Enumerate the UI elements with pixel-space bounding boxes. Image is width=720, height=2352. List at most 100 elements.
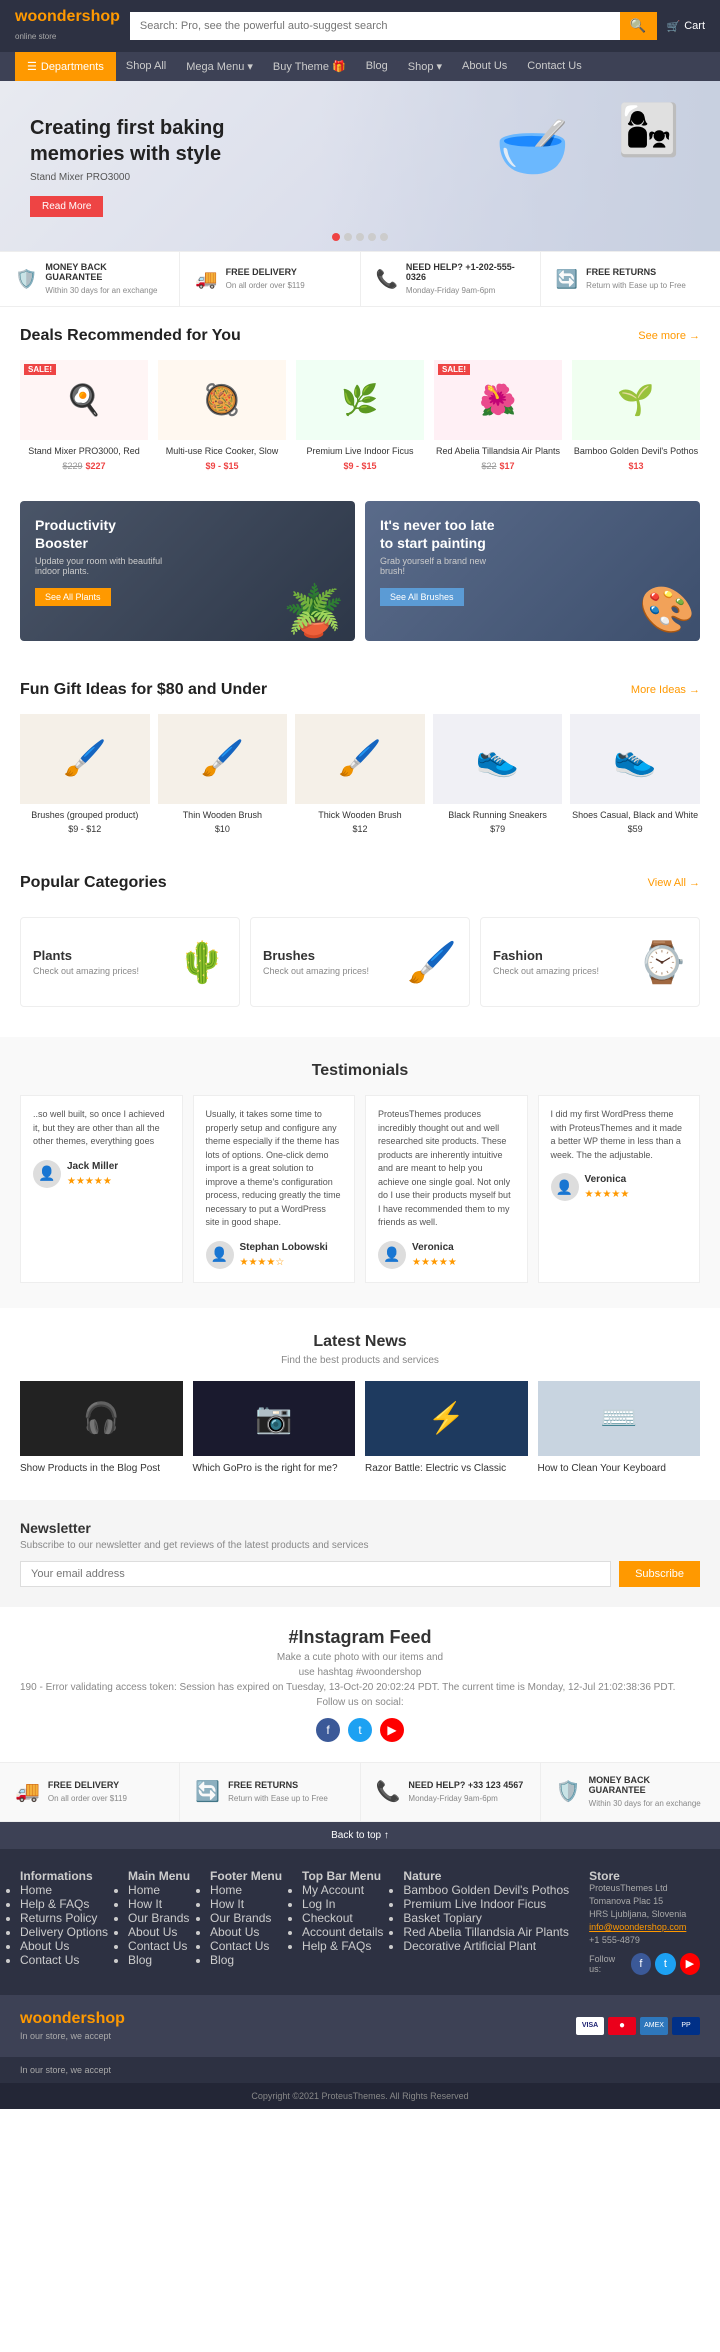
footer-link-returns[interactable]: Returns Policy xyxy=(20,1911,108,1925)
footer-main-brands[interactable]: Our Brands xyxy=(128,1911,190,1925)
footer-main-contact[interactable]: Contact Us xyxy=(128,1939,190,1953)
footer-nature-2[interactable]: Premium Live Indoor Ficus xyxy=(403,1897,569,1911)
deals-products: SALE! 🍳 Stand Mixer PRO3000, Red $229$22… xyxy=(20,360,700,471)
footer-main-about[interactable]: About Us xyxy=(128,1925,190,1939)
footer-nature-4[interactable]: Red Abelia Tillandsia Air Plants xyxy=(403,1925,569,1939)
hero-cta-button[interactable]: Read More xyxy=(30,196,103,217)
gift-image-1[interactable]: 🖌️ xyxy=(20,714,150,804)
gift-image-4[interactable]: 👟 xyxy=(433,714,563,804)
footer-topbar-details[interactable]: Account details xyxy=(302,1925,383,1939)
news-image-1[interactable]: 🎧 xyxy=(20,1381,183,1456)
dot-1[interactable] xyxy=(332,233,340,241)
footer-col-top-bar: Top Bar Menu My Account Log In Checkout … xyxy=(302,1869,383,1975)
dot-5[interactable] xyxy=(380,233,388,241)
categories-view-all[interactable]: View All → xyxy=(648,877,700,889)
search-input[interactable] xyxy=(130,12,620,40)
news-image-2[interactable]: 📷 xyxy=(193,1381,356,1456)
product-image-5[interactable]: 🌱 xyxy=(572,360,700,440)
footer-topbar-login[interactable]: Log In xyxy=(302,1897,383,1911)
gifts-more[interactable]: More Ideas → xyxy=(631,684,700,696)
footer-link-faqs[interactable]: Help & FAQs xyxy=(20,1897,108,1911)
product-image-4[interactable]: SALE! 🌺 xyxy=(434,360,562,440)
product-price-5: $13 xyxy=(572,461,700,471)
deals-see-more[interactable]: See more → xyxy=(638,330,700,342)
news-image-4[interactable]: ⌨️ xyxy=(538,1381,701,1456)
nav-shop-all[interactable]: Shop All xyxy=(116,52,176,81)
footer-topbar-account[interactable]: My Account xyxy=(302,1883,383,1897)
youtube-button[interactable]: ▶ xyxy=(380,1718,404,1742)
footer-footer-blog[interactable]: Blog xyxy=(210,1953,282,1967)
gift-image-5[interactable]: 👟 xyxy=(570,714,700,804)
footer-nature-3[interactable]: Basket Topiary xyxy=(403,1911,569,1925)
twitter-button[interactable]: t xyxy=(348,1718,372,1742)
instagram-error: 190 - Error validating access token: Ses… xyxy=(20,1682,700,1693)
promo-desc-painting: Grab yourself a brand new brush! xyxy=(380,556,510,576)
news-image-3[interactable]: ⚡ xyxy=(365,1381,528,1456)
testimonial-author-1: 👤 Jack Miller ★★★★★ xyxy=(33,1159,170,1189)
hero-subtext: Stand Mixer PRO3000 xyxy=(30,172,230,183)
footer-footer-brands[interactable]: Our Brands xyxy=(210,1911,282,1925)
footer-store-address2: Tomanova Plac 15 xyxy=(589,1896,700,1906)
category-brushes-icon: 🖌️ xyxy=(407,939,457,986)
dot-2[interactable] xyxy=(344,233,352,241)
nav-contact[interactable]: Contact Us xyxy=(517,52,591,81)
product-image-1[interactable]: SALE! 🍳 xyxy=(20,360,148,440)
footer-col-title-1: Informations xyxy=(20,1869,108,1883)
footer-footer-home[interactable]: Home xyxy=(210,1883,282,1897)
nav-mega-menu[interactable]: Mega Menu ▾ xyxy=(176,52,263,81)
returns-icon: 🔄 xyxy=(556,269,578,290)
footer-link-contact[interactable]: Contact Us xyxy=(20,1953,108,1967)
gift-name-4: Black Running Sneakers xyxy=(433,810,563,822)
dot-4[interactable] xyxy=(368,233,376,241)
payment-icons: VISA ● AMEX PP xyxy=(576,2017,700,2035)
facebook-button[interactable]: f xyxy=(316,1718,340,1742)
footer-nature-5[interactable]: Decorative Artificial Plant xyxy=(403,1939,569,1953)
category-fashion[interactable]: Fashion Check out amazing prices! ⌚ xyxy=(480,917,700,1007)
product-image-2[interactable]: 🥘 xyxy=(158,360,286,440)
promo-title-painting: It's never too late to start painting xyxy=(380,516,510,552)
promo-btn-plants[interactable]: See All Plants xyxy=(35,588,111,606)
footer-youtube-button[interactable]: ▶ xyxy=(680,1953,700,1975)
footer-footer-contact[interactable]: Contact Us xyxy=(210,1939,282,1953)
departments-button[interactable]: ☰ Departments xyxy=(15,52,116,81)
author-stars-4: ★★★★★ xyxy=(585,1187,630,1202)
footer-nature-1[interactable]: Bamboo Golden Devil's Pothos xyxy=(403,1883,569,1897)
newsletter-email-input[interactable] xyxy=(20,1561,611,1587)
footer-feat-desc-3: Monday-Friday 9am-6pm xyxy=(408,1794,497,1803)
nav-buy-theme[interactable]: Buy Theme 🎁 xyxy=(263,52,356,81)
category-brushes[interactable]: Brushes Check out amazing prices! 🖌️ xyxy=(250,917,470,1007)
promo-banners: Productivity Booster Update your room wi… xyxy=(0,491,720,661)
cart-button[interactable]: 🛒 Cart xyxy=(667,20,705,33)
promo-btn-brushes[interactable]: See All Brushes xyxy=(380,588,464,606)
footer-link-home[interactable]: Home xyxy=(20,1883,108,1897)
footer-facebook-button[interactable]: f xyxy=(631,1953,651,1975)
dot-3[interactable] xyxy=(356,233,364,241)
gift-image-2[interactable]: 🖌️ xyxy=(158,714,288,804)
gift-image-3[interactable]: 🖌️ xyxy=(295,714,425,804)
category-fashion-icon: ⌚ xyxy=(637,939,687,986)
search-button[interactable]: 🔍 xyxy=(620,12,657,40)
footer-footer-how[interactable]: How It xyxy=(210,1897,282,1911)
footer-footer-about[interactable]: About Us xyxy=(210,1925,282,1939)
back-to-top-button[interactable]: Back to top ↑ xyxy=(0,1822,720,1849)
news-title-1: Show Products in the Blog Post xyxy=(20,1462,183,1475)
footer-topbar-checkout[interactable]: Checkout xyxy=(302,1911,383,1925)
nav-shop[interactable]: Shop ▾ xyxy=(398,52,452,81)
footer-main-blog[interactable]: Blog xyxy=(128,1953,190,1967)
footer-link-delivery[interactable]: Delivery Options xyxy=(20,1925,108,1939)
nav-blog[interactable]: Blog xyxy=(356,52,398,81)
footer-store-email[interactable]: info@woondershop.com xyxy=(589,1922,686,1932)
product-image-3[interactable]: 🌿 xyxy=(296,360,424,440)
footer-link-about[interactable]: About Us xyxy=(20,1939,108,1953)
footer-twitter-button[interactable]: t xyxy=(655,1953,675,1975)
nav-about[interactable]: About Us xyxy=(452,52,517,81)
gift-card-3: 🖌️ Thick Wooden Brush $12 xyxy=(295,714,425,835)
footer-topbar-faqs[interactable]: Help & FAQs xyxy=(302,1939,383,1953)
newsletter-subscribe-button[interactable]: Subscribe xyxy=(619,1561,700,1587)
footer-main-home[interactable]: Home xyxy=(128,1883,190,1897)
social-links: f t ▶ xyxy=(20,1718,700,1742)
feature-title-2: FREE DELIVERY xyxy=(226,267,305,277)
category-plants[interactable]: Plants Check out amazing prices! 🌵 xyxy=(20,917,240,1007)
footer-main-how[interactable]: How It xyxy=(128,1897,190,1911)
gift-card-1: 🖌️ Brushes (grouped product) $9 - $12 xyxy=(20,714,150,835)
